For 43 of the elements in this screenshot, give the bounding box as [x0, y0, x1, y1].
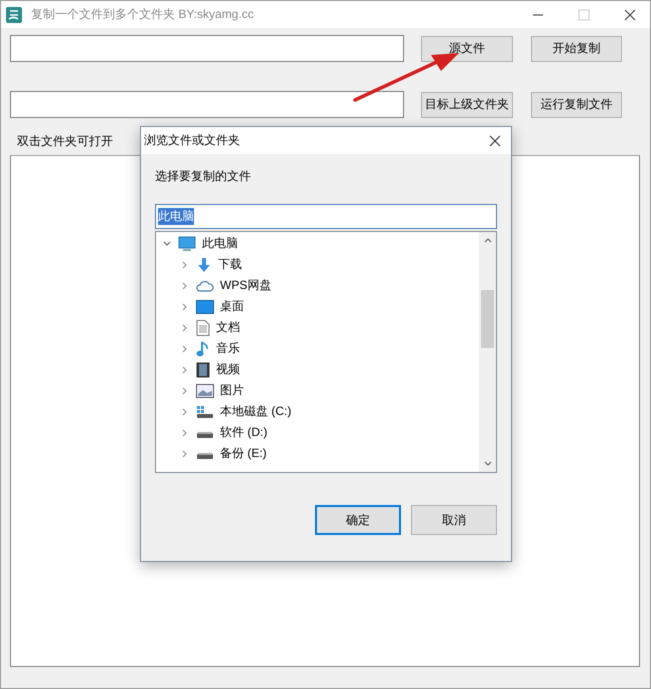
tree-item[interactable]: 图片	[156, 380, 479, 401]
tree-item[interactable]: 视频	[156, 359, 479, 380]
chevron-icon[interactable]	[162, 238, 172, 248]
close-icon[interactable]	[489, 134, 501, 146]
scroll-thumb[interactable]	[481, 290, 494, 348]
tree-item[interactable]: 本地磁盘 (C:)	[156, 401, 479, 422]
tree-item[interactable]: WPS网盘	[156, 275, 479, 296]
tree-item[interactable]: 备份 (E:)	[156, 443, 479, 464]
document-icon	[196, 320, 210, 336]
drive-icon	[197, 452, 213, 458]
app-icon	[5, 6, 23, 24]
cloud-icon	[196, 278, 214, 292]
action-button[interactable]: 源文件	[421, 36, 513, 62]
tree-item[interactable]: 音乐	[156, 338, 479, 359]
music-note-icon	[196, 340, 210, 356]
path-field[interactable]	[10, 91, 404, 118]
scrollbar[interactable]	[479, 232, 496, 472]
window-title: 复制一个文件到多个文件夹 BY:skyamg.cc	[31, 6, 254, 23]
tree-item[interactable]: 下载	[156, 254, 479, 275]
down-arrow-icon	[196, 256, 212, 272]
tree-item[interactable]: 桌面	[156, 296, 479, 317]
path-field[interactable]	[10, 35, 404, 62]
tree-item[interactable]: 文档	[156, 317, 479, 338]
folder-field[interactable]: 此电脑	[155, 204, 497, 229]
scroll-up-icon[interactable]	[484, 237, 492, 243]
dialog-title: 浏览文件或文件夹	[144, 132, 240, 149]
drive-icon	[197, 432, 213, 438]
list-label: 双击文件夹可打开	[17, 133, 113, 150]
tree-item[interactable]: 软件 (D:)	[156, 422, 479, 443]
close-icon[interactable]	[624, 8, 636, 20]
desktop-icon	[196, 300, 214, 314]
image-icon	[196, 384, 214, 398]
scroll-down-icon[interactable]	[484, 461, 492, 467]
action-button[interactable]: 目标上级文件夹	[421, 92, 513, 118]
action-button[interactable]: 运行复制文件	[530, 92, 622, 118]
action-button[interactable]: 开始复制	[530, 36, 622, 62]
dialog-button[interactable]: 取消	[411, 505, 497, 535]
dialog-button[interactable]: 确定	[315, 505, 401, 535]
dialog-prompt: 选择要复制的文件	[155, 168, 252, 185]
computer-icon	[178, 236, 196, 252]
drive-icon	[196, 404, 214, 418]
film-icon	[196, 362, 210, 378]
tree-item[interactable]: 此电脑	[156, 233, 479, 254]
